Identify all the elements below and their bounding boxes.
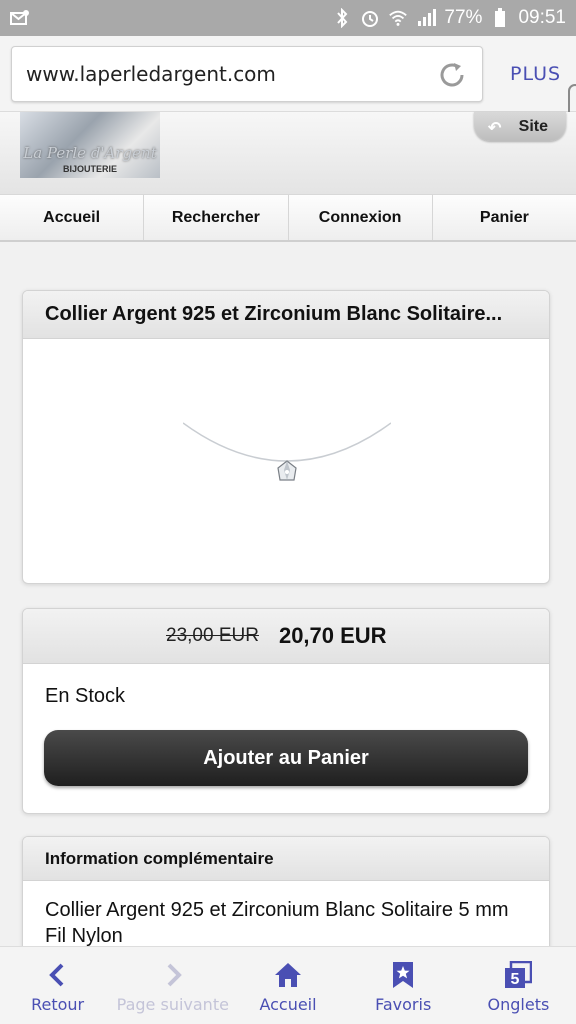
add-to-cart-button[interactable]: Ajouter au Panier [44, 730, 528, 786]
home-button[interactable]: Accueil [230, 947, 345, 1024]
info-card: Information complémentaire Collier Argen… [22, 836, 550, 946]
nav-rechercher[interactable]: Rechercher [144, 195, 289, 240]
info-text: Collier Argent 925 et Zirconium Blanc So… [45, 899, 509, 946]
reload-icon[interactable] [436, 59, 468, 91]
forward-button[interactable]: Page suivante [115, 947, 230, 1024]
home-icon [275, 963, 301, 987]
url-field[interactable]: www.laperledargent.com [11, 46, 483, 102]
site-button-label: Site [518, 117, 548, 135]
zirconium-stone [277, 460, 297, 481]
tabs-button[interactable]: 5 Onglets [461, 947, 576, 1024]
status-left [10, 9, 30, 27]
alarm-icon [360, 9, 380, 27]
bookmarks-label: Favoris [375, 995, 432, 1014]
product-image[interactable] [182, 349, 392, 563]
tabs-label: Onglets [487, 995, 550, 1014]
nav-panier[interactable]: Panier [433, 195, 576, 240]
old-price: 23,00 EUR [166, 625, 259, 646]
price-header: 23,00 EUR 20,70 EUR [23, 609, 549, 664]
main-nav: Accueil Rechercher Connexion Panier [0, 194, 576, 242]
bluetooth-icon [332, 8, 352, 28]
home-label: Accueil [259, 995, 317, 1014]
back-button[interactable]: Retour [0, 947, 115, 1024]
status-right: 77% 09:51 [332, 7, 566, 29]
logo-subtitle: BIJOUTERIE [62, 164, 117, 174]
bookmarks-button[interactable]: Favoris [346, 947, 461, 1024]
url-text: www.laperledargent.com [26, 62, 276, 86]
price-card: 23,00 EUR 20,70 EUR En Stock Ajouter au … [22, 608, 550, 814]
tabs-count: 5 [511, 971, 520, 988]
clock: 09:51 [518, 7, 566, 28]
new-price: 20,70 EUR [278, 623, 387, 648]
logo-title: La Perle d'Argent [23, 144, 157, 162]
site-button[interactable]: ↶ Site [474, 112, 566, 141]
battery-icon [490, 8, 510, 27]
status-bar: 77% 09:51 [0, 0, 576, 36]
nav-connexion[interactable]: Connexion [289, 195, 433, 240]
battery-percent: 77% [444, 7, 483, 28]
undo-arrow-icon: ↶ [488, 120, 502, 137]
browser-toolbar: www.laperledargent.com PLUS [0, 36, 576, 112]
chevron-left-icon [48, 963, 64, 987]
stock-status: En Stock [45, 685, 126, 707]
product-card: Collier Argent 925 et Zirconium Blanc So… [22, 290, 550, 584]
site-logo[interactable]: La Perle d'Argent BIJOUTERIE [20, 112, 160, 178]
wifi-icon [388, 9, 408, 27]
notification-mail-icon [10, 9, 30, 27]
tabs-icon: 5 [505, 961, 533, 988]
page-content: Collier Argent 925 et Zirconium Blanc So… [0, 244, 576, 946]
forward-label: Page suivante [116, 995, 229, 1014]
product-title: Collier Argent 925 et Zirconium Blanc So… [23, 291, 549, 339]
back-label: Retour [31, 995, 85, 1014]
bookmark-star-icon [393, 962, 414, 988]
chevron-right-icon [167, 963, 182, 987]
nav-accueil[interactable]: Accueil [0, 195, 145, 240]
site-header: La Perle d'Argent BIJOUTERIE ↶ Site [0, 112, 576, 194]
info-header: Information complémentaire [23, 837, 549, 881]
more-menu-button[interactable]: PLUS [510, 63, 561, 85]
signal-icon [416, 9, 437, 27]
browser-bottom-bar: Retour Page suivante Accueil Favoris 5 O… [0, 946, 576, 1024]
